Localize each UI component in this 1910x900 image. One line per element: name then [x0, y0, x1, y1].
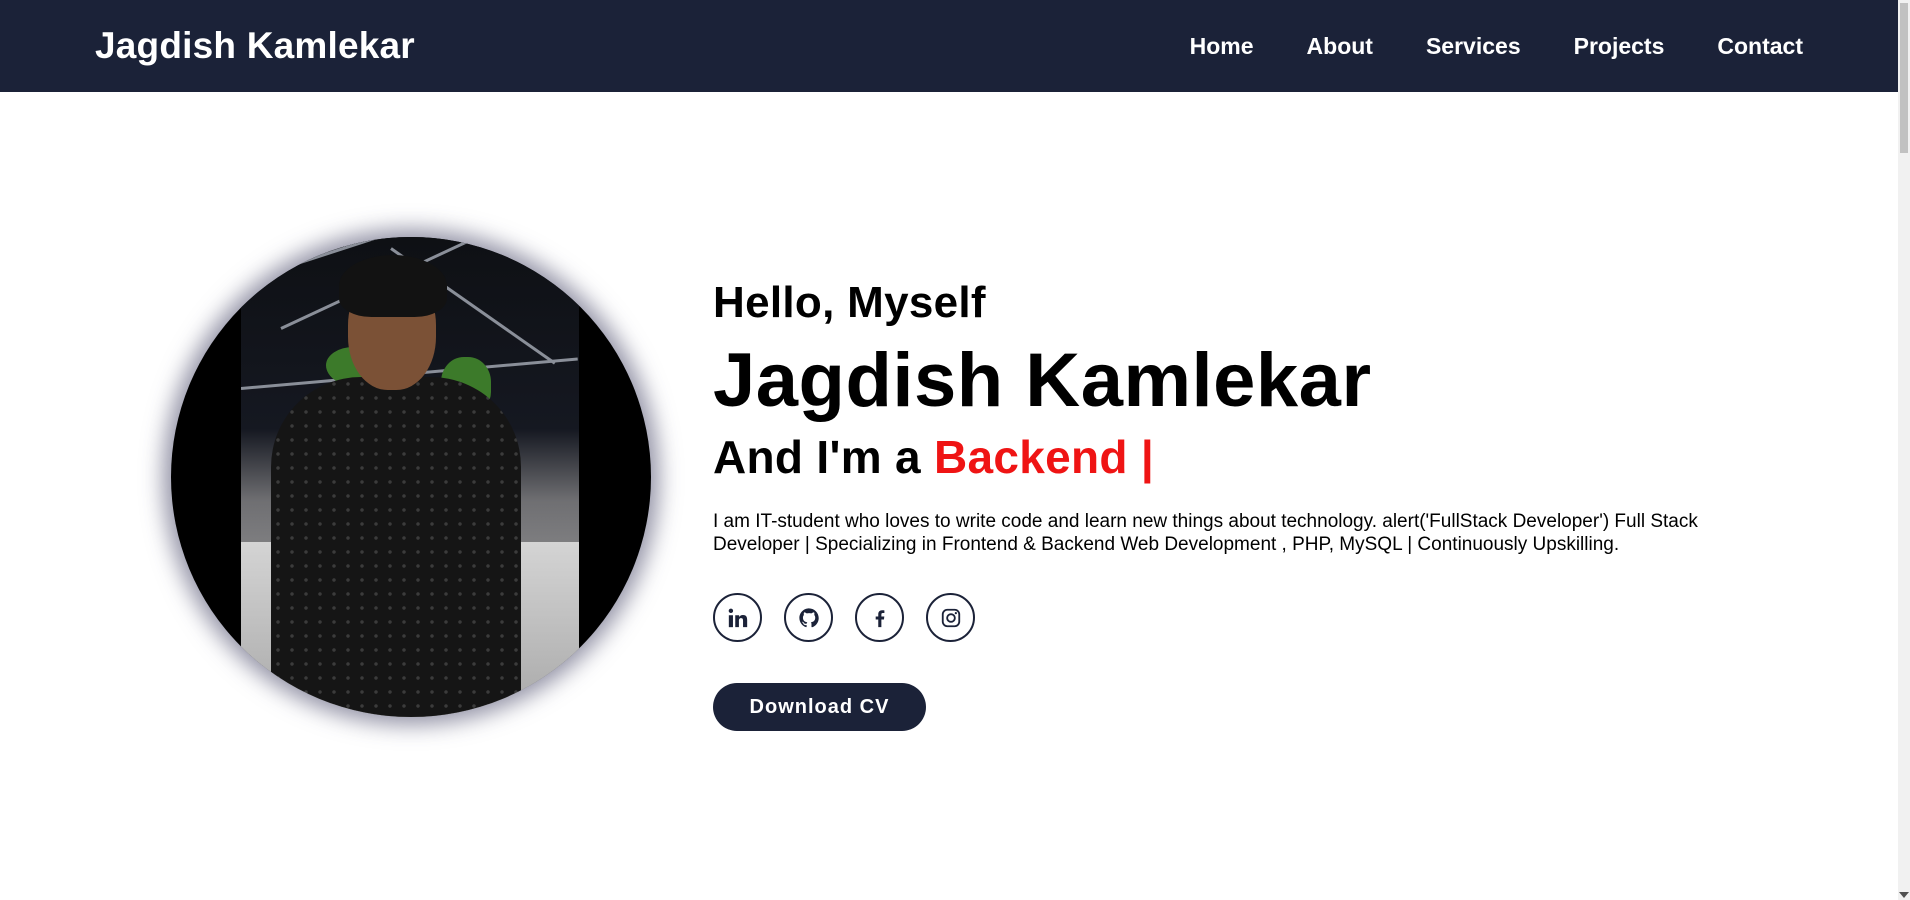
scroll-down-arrow-icon[interactable]: [1899, 892, 1909, 898]
github-icon: [798, 607, 819, 627]
nav-link-projects[interactable]: Projects: [1574, 33, 1665, 60]
facebook-button[interactable]: [855, 593, 904, 642]
vertical-scrollbar[interactable]: [1898, 0, 1910, 900]
instagram-icon: [941, 608, 960, 627]
hero-bio: I am IT-student who loves to write code …: [713, 511, 1698, 555]
instagram-button[interactable]: [926, 593, 975, 642]
nav-link-contact[interactable]: Contact: [1717, 33, 1803, 60]
linkedin-icon: [728, 608, 747, 627]
facebook-icon: [875, 609, 884, 627]
site-logo[interactable]: Jagdish Kamlekar: [95, 25, 415, 67]
download-cv-button[interactable]: Download CV: [713, 683, 926, 731]
page: Jagdish Kamlekar Home About Services Pro…: [0, 0, 1910, 900]
github-button[interactable]: [784, 593, 833, 642]
profile-photo: [171, 237, 651, 717]
nav-link-about[interactable]: About: [1307, 33, 1373, 60]
scrollbar-thumb[interactable]: [1900, 3, 1908, 153]
hero-greeting: Hello, Myself: [713, 278, 986, 327]
navbar: Jagdish Kamlekar Home About Services Pro…: [0, 0, 1898, 92]
nav-link-home[interactable]: Home: [1190, 33, 1254, 60]
social-links: [713, 593, 997, 642]
hero-role: And I'm a Backend |: [713, 430, 1154, 484]
profile-photo-image: [241, 237, 579, 717]
hero-role-prefix: And I'm a: [713, 431, 921, 483]
main-nav: Home About Services Projects Contact: [1137, 33, 1803, 60]
nav-link-services[interactable]: Services: [1426, 33, 1521, 60]
linkedin-button[interactable]: [713, 593, 762, 642]
hero-role-typed: Backend |: [933, 431, 1155, 483]
hero-name: Jagdish Kamlekar: [713, 338, 1372, 423]
